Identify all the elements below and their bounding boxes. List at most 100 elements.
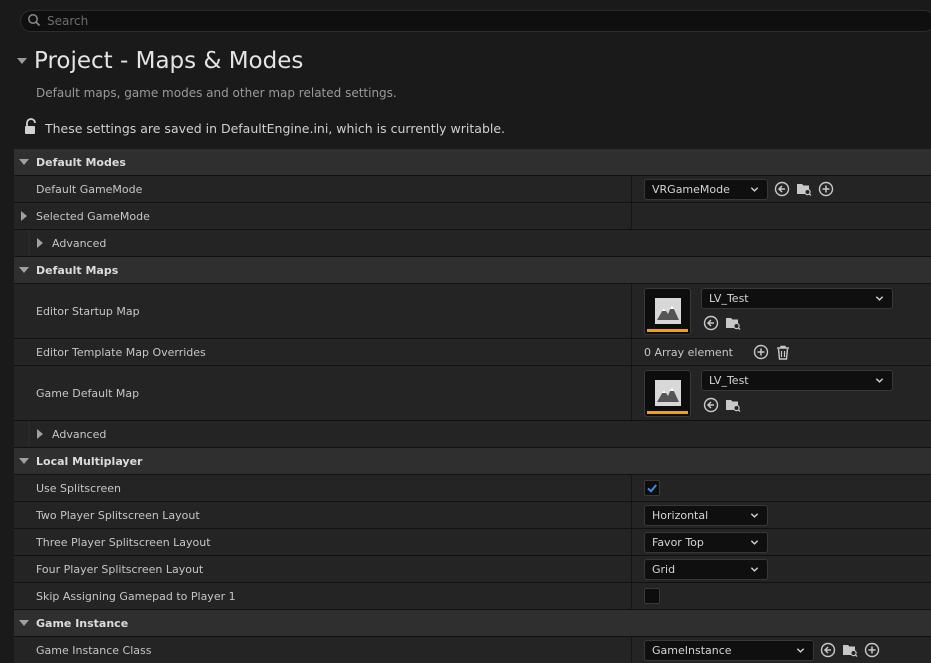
expand-triangle-icon[interactable] [21, 211, 27, 221]
asset-controls: LV_Test [701, 287, 893, 331]
row-selected-gamemode[interactable]: Selected GameMode [14, 203, 931, 230]
asset-type-bar [647, 410, 688, 414]
category-label: Local Multiplayer [36, 454, 143, 468]
column-divider[interactable] [631, 203, 632, 229]
startup-map-dropdown[interactable]: LV_Test [701, 287, 893, 309]
page-title-row[interactable]: Project - Maps & Modes [17, 46, 303, 76]
column-divider[interactable] [631, 339, 632, 365]
four-player-layout-dropdown[interactable]: Grid [644, 558, 768, 580]
gamemode-dropdown[interactable]: VRGameMode [644, 178, 768, 200]
column-divider[interactable] [631, 637, 632, 663]
indent-bar [28, 421, 30, 447]
row-skip-gamepad: Skip Assigning Gamepad to Player 1 [14, 583, 931, 610]
chevron-down-icon [796, 647, 805, 653]
writable-notice: These settings are saved in DefaultEngin… [23, 118, 505, 139]
row-game-instance-class: Game Instance Class GameInstance [14, 637, 931, 663]
property-value: Grid [644, 558, 768, 580]
asset-type-bar [647, 328, 688, 332]
row-three-player-layout: Three Player Splitscreen Layout Favor To… [14, 529, 931, 556]
row-advanced[interactable]: Advanced [14, 421, 931, 448]
chevron-down-icon [750, 186, 759, 192]
page-title: Project - Maps & Modes [34, 48, 304, 74]
row-editor-startup-map: Editor Startup Map LV_Test [14, 284, 931, 339]
three-player-layout-dropdown[interactable]: Favor Top [644, 531, 768, 553]
property-label: Game Default Map [36, 386, 140, 400]
property-label: Editor Startup Map [36, 304, 140, 318]
chevron-down-icon [875, 295, 884, 301]
search-input[interactable] [47, 14, 907, 28]
reset-arrow-icon[interactable] [774, 181, 790, 197]
chevron-down-icon [750, 539, 759, 545]
reset-arrow-icon[interactable] [703, 315, 719, 331]
unlock-icon[interactable] [23, 118, 45, 139]
column-divider[interactable] [631, 529, 632, 555]
advanced-label: Advanced [52, 236, 107, 250]
use-splitscreen-checkbox[interactable] [644, 480, 660, 496]
property-label: Two Player Splitscreen Layout [36, 508, 200, 522]
row-two-player-layout: Two Player Splitscreen Layout Horizontal [14, 502, 931, 529]
chevron-down-icon [750, 566, 759, 572]
category-default-modes[interactable]: Default Modes [14, 149, 931, 176]
settings-grid: Default Modes Default GameMode VRGameMod… [14, 149, 931, 663]
expand-triangle-icon[interactable] [37, 429, 43, 439]
property-value [644, 480, 660, 496]
property-label: Game Instance Class [36, 643, 152, 657]
row-editor-template-overrides: Editor Template Map Overrides 0 Array el… [14, 339, 931, 366]
game-instance-class-dropdown[interactable]: GameInstance [644, 639, 814, 661]
category-label: Game Instance [36, 616, 129, 630]
expand-triangle-icon[interactable] [37, 238, 43, 248]
indent-bar [28, 230, 30, 256]
category-default-maps[interactable]: Default Maps [14, 257, 931, 284]
chevron-down-icon [875, 377, 884, 383]
expand-triangle-icon[interactable] [19, 159, 29, 165]
map-thumbnail-icon[interactable] [644, 369, 691, 417]
row-advanced[interactable]: Advanced [14, 230, 931, 257]
collapse-triangle-icon[interactable] [17, 58, 27, 64]
asset-picker: LV_Test [644, 369, 893, 417]
column-divider[interactable] [631, 502, 632, 528]
search-bar[interactable] [20, 10, 931, 32]
browse-folder-icon[interactable] [725, 315, 741, 331]
map-thumbnail-icon[interactable] [644, 287, 691, 335]
property-value: LV_Test [644, 369, 893, 417]
browse-folder-icon[interactable] [725, 397, 741, 413]
expand-triangle-icon[interactable] [19, 458, 29, 464]
category-game-instance[interactable]: Game Instance [14, 610, 931, 637]
two-player-layout-dropdown[interactable]: Horizontal [644, 504, 768, 526]
property-label: Selected GameMode [36, 209, 150, 223]
column-divider[interactable] [631, 556, 632, 582]
property-value [644, 588, 660, 604]
game-default-map-dropdown[interactable]: LV_Test [701, 369, 893, 391]
property-label: Use Splitscreen [36, 481, 122, 495]
category-label: Default Maps [36, 263, 119, 277]
property-value: LV_Test [644, 287, 893, 335]
add-icon[interactable] [753, 344, 769, 360]
row-default-gamemode: Default GameMode VRGameMode [14, 176, 931, 203]
column-divider[interactable] [631, 475, 632, 501]
add-icon[interactable] [864, 642, 880, 658]
add-icon[interactable] [818, 181, 834, 197]
trash-icon[interactable] [775, 344, 791, 360]
asset-picker: LV_Test [644, 287, 893, 335]
browse-folder-icon[interactable] [842, 642, 858, 658]
column-divider[interactable] [631, 583, 632, 609]
skip-gamepad-checkbox[interactable] [644, 588, 660, 604]
property-label: Editor Template Map Overrides [36, 345, 206, 359]
chevron-down-icon [750, 512, 759, 518]
reset-arrow-icon[interactable] [703, 397, 719, 413]
browse-folder-icon[interactable] [796, 181, 812, 197]
property-value: Horizontal [644, 504, 768, 526]
column-divider[interactable] [631, 366, 632, 420]
expand-triangle-icon[interactable] [19, 620, 29, 626]
property-value: 0 Array element [644, 344, 791, 360]
column-divider[interactable] [631, 176, 632, 202]
game-default-map-dropdown-value: LV_Test [709, 373, 749, 387]
column-divider[interactable] [631, 284, 632, 338]
category-local-multiplayer[interactable]: Local Multiplayer [14, 448, 931, 475]
expand-triangle-icon[interactable] [19, 267, 29, 273]
row-use-splitscreen: Use Splitscreen [14, 475, 931, 502]
reset-arrow-icon[interactable] [820, 642, 836, 658]
property-label: Three Player Splitscreen Layout [36, 535, 211, 549]
search-icon [27, 12, 41, 31]
property-label: Default GameMode [36, 182, 143, 196]
